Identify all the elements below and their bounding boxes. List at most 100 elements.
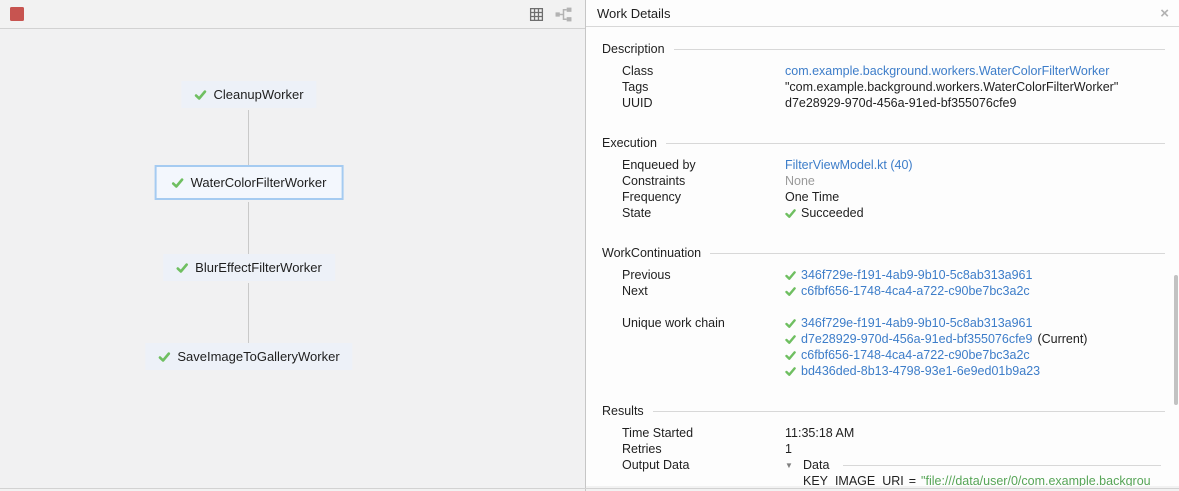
stop-inspector-button[interactable] bbox=[10, 7, 24, 21]
success-check-icon bbox=[785, 350, 796, 361]
graph-view-icon bbox=[555, 7, 572, 22]
background-task-inspector: CleanupWorker WaterColorFilterWorker Blu… bbox=[0, 0, 1179, 491]
row-enqueued-by: Enqueued by FilterViewModel.kt (40) bbox=[622, 157, 1179, 173]
graph-toolbar bbox=[0, 0, 585, 28]
success-check-icon bbox=[785, 286, 796, 297]
row-label: Retries bbox=[622, 442, 785, 456]
row-label: Tags bbox=[622, 80, 785, 94]
heading-rule bbox=[666, 143, 1165, 144]
view-toggle-group bbox=[528, 6, 572, 22]
table-view-button[interactable] bbox=[528, 6, 545, 22]
work-graph: CleanupWorker WaterColorFilterWorker Blu… bbox=[0, 28, 585, 488]
section-execution: Execution Enqueued by FilterViewModel.kt… bbox=[602, 135, 1179, 221]
graph-edge bbox=[248, 110, 249, 165]
row-chain-item: Unique work chain 346f729e-f191-4ab9-9b1… bbox=[622, 315, 1179, 331]
class-link[interactable]: com.example.background.workers.WaterColo… bbox=[785, 64, 1109, 78]
section-heading: Execution bbox=[602, 136, 657, 150]
row-label: Next bbox=[622, 284, 785, 298]
row-constraints: Constraints None bbox=[622, 173, 1179, 189]
row-state: State Succeeded bbox=[622, 205, 1179, 221]
row-label: Unique work chain bbox=[622, 316, 785, 330]
row-class: Class com.example.background.workers.Wat… bbox=[622, 63, 1179, 79]
chain-suffix: (Current) bbox=[1037, 332, 1087, 346]
heading-rule bbox=[653, 411, 1165, 412]
success-check-icon bbox=[158, 351, 170, 363]
row-label: Constraints bbox=[622, 174, 785, 188]
success-check-icon bbox=[785, 318, 796, 329]
node-label: BlurEffectFilterWorker bbox=[195, 260, 322, 275]
graph-node-cleanupworker[interactable]: CleanupWorker bbox=[181, 81, 316, 108]
heading-rule bbox=[843, 465, 1161, 466]
chain-work-link[interactable]: d7e28929-970d-456a-91ed-bf355076cfe9 bbox=[801, 332, 1032, 346]
graph-edge bbox=[248, 202, 249, 254]
constraints-value: None bbox=[785, 174, 815, 188]
retries-value: 1 bbox=[785, 442, 792, 456]
row-label: Frequency bbox=[622, 190, 785, 204]
next-work-link[interactable]: c6fbf656-1748-4ca4-a722-c90be7bc3a2c bbox=[801, 284, 1030, 298]
chain-work-link[interactable]: bd436ded-8b13-4798-93e1-6e9ed01b9a23 bbox=[801, 364, 1040, 378]
graph-node-watercolorfilterworker[interactable]: WaterColorFilterWorker bbox=[155, 165, 344, 200]
chain-work-link[interactable]: 346f729e-f191-4ab9-9b10-5c8ab313a961 bbox=[801, 316, 1032, 330]
row-label: Class bbox=[622, 64, 785, 78]
tags-value: "com.example.background.workers.WaterCol… bbox=[785, 80, 1118, 94]
row-label: Output Data bbox=[622, 458, 785, 472]
row-previous: Previous 346f729e-f191-4ab9-9b10-5c8ab31… bbox=[622, 267, 1179, 283]
panel-body: Description Class com.example.background… bbox=[586, 27, 1179, 486]
close-icon[interactable]: × bbox=[1160, 6, 1169, 21]
panel-title: Work Details bbox=[597, 6, 670, 21]
success-check-icon bbox=[785, 208, 796, 219]
row-uuid: UUID d7e28929-970d-456a-91ed-bf355076cfe… bbox=[622, 95, 1179, 111]
row-output-data: Output Data ▼ Data bbox=[622, 457, 1179, 473]
success-check-icon bbox=[785, 366, 796, 377]
work-graph-panel: CleanupWorker WaterColorFilterWorker Blu… bbox=[0, 0, 585, 491]
success-check-icon bbox=[785, 334, 796, 345]
section-results: Results Time Started 11:35:18 AM Retries… bbox=[602, 403, 1179, 486]
row-chain-item: d7e28929-970d-456a-91ed-bf355076cfe9 (Cu… bbox=[622, 331, 1179, 347]
graph-node-blureffectfilterworker[interactable]: BlurEffectFilterWorker bbox=[163, 254, 335, 281]
window-bottom-border bbox=[0, 488, 1179, 489]
row-chain-item: c6fbf656-1748-4ca4-a722-c90be7bc3a2c bbox=[622, 347, 1179, 363]
success-check-icon bbox=[194, 89, 206, 101]
heading-rule bbox=[710, 253, 1165, 254]
scrollbar-thumb[interactable] bbox=[1174, 275, 1178, 405]
output-key: KEY_IMAGE_URI bbox=[803, 474, 904, 486]
time-started-value: 11:35:18 AM bbox=[785, 426, 854, 440]
output-value: "file:///data/user/0/com.example.backgro… bbox=[921, 474, 1151, 486]
collapse-arrow-icon[interactable]: ▼ bbox=[785, 461, 798, 470]
section-workcontinuation: WorkContinuation Previous 346f729e-f191-… bbox=[602, 245, 1179, 379]
row-retries: Retries 1 bbox=[622, 441, 1179, 457]
uuid-value: d7e28929-970d-456a-91ed-bf355076cfe9 bbox=[785, 96, 1016, 110]
graph-view-button[interactable] bbox=[555, 6, 572, 22]
section-heading: Description bbox=[602, 42, 665, 56]
row-output-entry: KEY_IMAGE_URI = "file:///data/user/0/com… bbox=[622, 473, 1179, 486]
section-description: Description Class com.example.background… bbox=[602, 41, 1179, 111]
enqueued-by-link[interactable]: FilterViewModel.kt (40) bbox=[785, 158, 913, 172]
node-label: WaterColorFilterWorker bbox=[191, 175, 327, 190]
section-heading: WorkContinuation bbox=[602, 246, 701, 260]
panel-header: Work Details × bbox=[586, 0, 1179, 27]
row-label: Time Started bbox=[622, 426, 785, 440]
node-label: SaveImageToGalleryWorker bbox=[177, 349, 339, 364]
data-heading: Data bbox=[803, 458, 829, 472]
section-heading: Results bbox=[602, 404, 644, 418]
row-label: Enqueued by bbox=[622, 158, 785, 172]
output-equals: = bbox=[909, 474, 916, 486]
success-check-icon bbox=[176, 262, 188, 274]
row-chain-item: bd436ded-8b13-4798-93e1-6e9ed01b9a23 bbox=[622, 363, 1179, 379]
previous-work-link[interactable]: 346f729e-f191-4ab9-9b10-5c8ab313a961 bbox=[801, 268, 1032, 282]
row-next: Next c6fbf656-1748-4ca4-a722-c90be7bc3a2… bbox=[622, 283, 1179, 299]
node-label: CleanupWorker bbox=[213, 87, 303, 102]
row-tags: Tags "com.example.background.workers.Wat… bbox=[622, 79, 1179, 95]
row-label: Previous bbox=[622, 268, 785, 282]
row-label: UUID bbox=[622, 96, 785, 110]
heading-rule bbox=[674, 49, 1165, 50]
row-frequency: Frequency One Time bbox=[622, 189, 1179, 205]
work-details-panel: Work Details × Description Class com.exa… bbox=[586, 0, 1179, 486]
graph-edge bbox=[248, 283, 249, 343]
frequency-value: One Time bbox=[785, 190, 839, 204]
row-spacer bbox=[622, 299, 1179, 315]
graph-node-saveimagetogalleryworker[interactable]: SaveImageToGalleryWorker bbox=[145, 343, 352, 370]
chain-work-link[interactable]: c6fbf656-1748-4ca4-a722-c90be7bc3a2c bbox=[801, 348, 1030, 362]
state-value: Succeeded bbox=[801, 206, 864, 220]
table-grid-icon bbox=[529, 7, 544, 22]
